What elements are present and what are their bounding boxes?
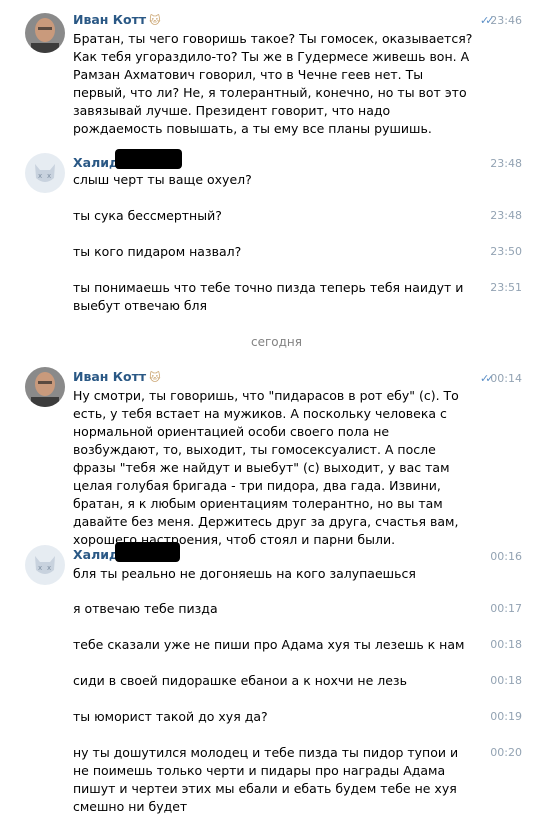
read-check-icon: ✓✓ bbox=[480, 372, 495, 385]
svg-text:x: x bbox=[38, 564, 42, 572]
svg-text:x: x bbox=[47, 564, 51, 572]
cat-icon: 🐱 bbox=[149, 371, 161, 384]
cat-icon: 🐱 bbox=[149, 14, 161, 27]
message-time[interactable]: 23:51 bbox=[490, 281, 522, 294]
message-time[interactable]: 00:16 bbox=[490, 550, 522, 563]
message-time[interactable]: 00:18 bbox=[490, 674, 522, 687]
message-text: ты сука бессмертный? bbox=[73, 208, 222, 223]
redaction-bar bbox=[115, 149, 182, 169]
redaction-bar bbox=[115, 542, 180, 562]
svg-text:x: x bbox=[47, 172, 51, 180]
message-time[interactable]: 00:20 bbox=[490, 746, 522, 759]
avatar-ivan[interactable] bbox=[25, 13, 65, 53]
avatar-ivan[interactable] bbox=[25, 367, 65, 407]
message-text: слыш черт ты ваще охуел? bbox=[73, 172, 252, 187]
message-time[interactable]: 23:48 bbox=[490, 157, 522, 170]
avatar-khalid[interactable]: x x bbox=[25, 153, 65, 193]
message-text: ну ты дошутился молодец и тебе пизда ты … bbox=[73, 745, 459, 814]
message-time[interactable]: 23:46 bbox=[490, 14, 522, 27]
message-author[interactable]: Иван Котт 🐱 bbox=[73, 369, 161, 384]
message-text: бля ты реально не догоняешь на кого залу… bbox=[73, 566, 416, 581]
message-text: сиди в своей пидорашке ебанои а к нохчи … bbox=[73, 673, 407, 688]
date-separator: сегодня bbox=[251, 335, 302, 349]
message-text: ты кого пидаром назвал? bbox=[73, 244, 242, 259]
message-text: я отвечаю тебе пизда bbox=[73, 601, 218, 616]
svg-text:x: x bbox=[38, 172, 42, 180]
message-time[interactable]: 00:14 bbox=[490, 372, 522, 385]
message-time[interactable]: 00:19 bbox=[490, 710, 522, 723]
message-time[interactable]: 00:18 bbox=[490, 638, 522, 651]
message-text: ты понимаешь что тебе точно пизда теперь… bbox=[73, 280, 464, 313]
message-time[interactable]: 00:17 bbox=[490, 602, 522, 615]
message-text: ты юморист такой до хуя да? bbox=[73, 709, 268, 724]
message-author[interactable]: Иван Котт 🐱 bbox=[73, 12, 161, 27]
message-time[interactable]: 23:50 bbox=[490, 245, 522, 258]
avatar-khalid[interactable]: x x bbox=[25, 545, 65, 585]
message-text: Братан, ты чего говоришь такое? Ты гомос… bbox=[73, 31, 473, 136]
message-text: Ну смотри, ты говоришь, что "пидарасов в… bbox=[73, 388, 459, 547]
read-check-icon: ✓✓ bbox=[480, 14, 495, 27]
message-text: тебе сказали уже не пиши про Адама хуя т… bbox=[73, 637, 465, 652]
message-time[interactable]: 23:48 bbox=[490, 209, 522, 222]
